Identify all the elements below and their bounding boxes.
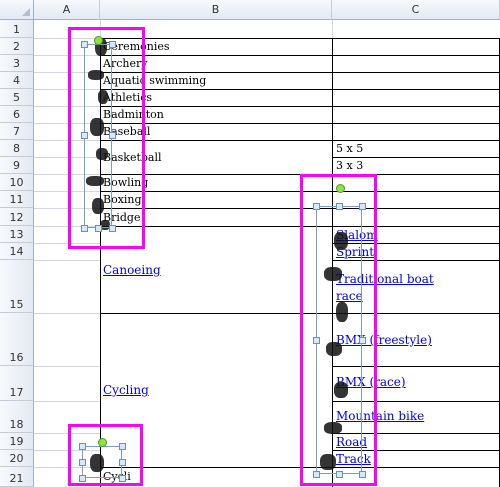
row-header-18[interactable]: 18 bbox=[0, 401, 34, 433]
column-header-b[interactable]: B bbox=[100, 0, 332, 20]
row-header-7[interactable]: 7 bbox=[0, 123, 34, 140]
gridline bbox=[34, 313, 100, 314]
row-header-19[interactable]: 19 bbox=[0, 433, 34, 450]
row-header-12[interactable]: 12 bbox=[0, 208, 34, 226]
row-header-5[interactable]: 5 bbox=[0, 89, 34, 106]
highlight-box-2 bbox=[300, 174, 377, 486]
row-header-14[interactable]: 14 bbox=[0, 243, 34, 260]
row-header-13[interactable]: 13 bbox=[0, 226, 34, 243]
cell-c8[interactable]: 5 x 5 bbox=[336, 142, 363, 156]
gridline bbox=[34, 401, 100, 402]
cell-c9[interactable]: 3 x 3 bbox=[336, 159, 363, 173]
row-header-11[interactable]: 11 bbox=[0, 191, 34, 208]
link-canoeing[interactable]: Canoeing bbox=[103, 263, 161, 277]
column-header-c[interactable]: C bbox=[332, 0, 500, 20]
table-border bbox=[100, 89, 500, 90]
gridline bbox=[332, 20, 333, 38]
row-header-9[interactable]: 9 bbox=[0, 157, 34, 174]
row-header-15[interactable]: 15 bbox=[0, 260, 34, 313]
gridline bbox=[34, 260, 100, 261]
column-header-a[interactable]: A bbox=[34, 0, 100, 20]
row-header-20[interactable]: 20 bbox=[0, 450, 34, 467]
table-border bbox=[100, 72, 500, 73]
row-header-3[interactable]: 3 bbox=[0, 55, 34, 72]
table-border bbox=[332, 157, 500, 158]
row-header-10[interactable]: 10 bbox=[0, 174, 34, 191]
row-header-6[interactable]: 6 bbox=[0, 106, 34, 123]
spreadsheet-grid: A B C 1 2 3 4 5 6 7 8 9 10 11 12 13 14 1… bbox=[0, 0, 500, 487]
gridline bbox=[34, 366, 100, 367]
table-border bbox=[100, 106, 500, 107]
select-all-corner[interactable] bbox=[0, 0, 34, 20]
table-border bbox=[100, 38, 500, 39]
row-header-16[interactable]: 16 bbox=[0, 313, 34, 366]
row-header-8[interactable]: 8 bbox=[0, 140, 34, 157]
highlight-box-1 bbox=[68, 27, 145, 249]
table-border bbox=[100, 55, 500, 56]
table-border bbox=[100, 140, 500, 141]
row-header-21[interactable]: 21 bbox=[0, 467, 34, 487]
highlight-box-3 bbox=[68, 424, 143, 486]
table-border bbox=[100, 123, 500, 124]
link-cycling[interactable]: Cycling bbox=[103, 383, 149, 397]
row-header-4[interactable]: 4 bbox=[0, 72, 34, 89]
row-header-17[interactable]: 17 bbox=[0, 366, 34, 401]
row-header-2[interactable]: 2 bbox=[0, 38, 34, 55]
row-header-1[interactable]: 1 bbox=[0, 20, 34, 38]
